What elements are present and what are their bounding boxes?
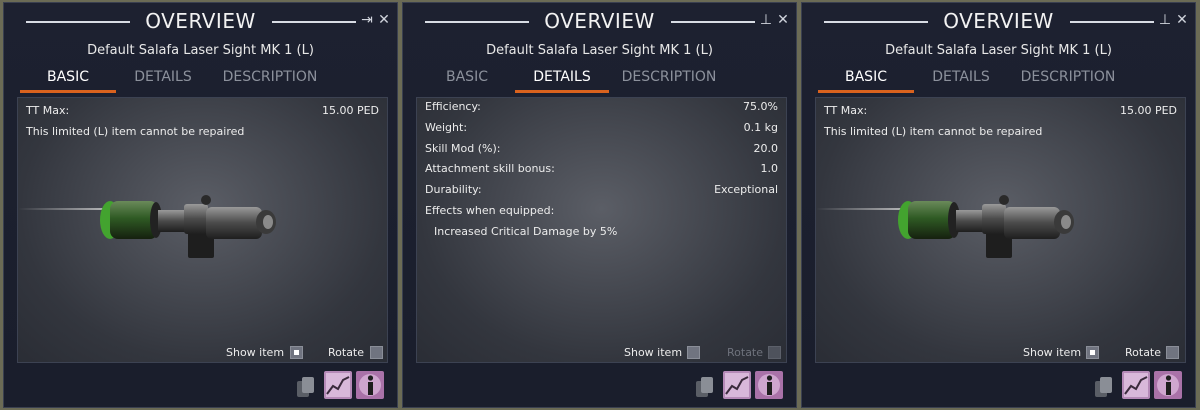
tt-max-row: TT Max: 15.00 PED (824, 104, 1177, 120)
title-divider-right (1070, 21, 1154, 23)
copy-icon[interactable] (1092, 375, 1116, 399)
title-bar[interactable]: OVERVIEW ⊥ ✕ (403, 9, 796, 35)
detail-label: Weight: (425, 121, 468, 134)
action-icons (1092, 371, 1184, 399)
show-item-label: Show item (1023, 346, 1082, 359)
rotate-checkbox[interactable] (370, 346, 383, 359)
tab-bar: BASIC DETAILS DESCRIPTION (417, 65, 782, 93)
detail-value: 75.0% (743, 100, 778, 113)
item-name: Default Salafa Laser Sight MK 1 (L) (885, 43, 1112, 58)
basic-content: TT Max: 15.00 PED This limited (L) item … (815, 97, 1186, 363)
overview-window: OVERVIEW ⊥ ✕ Default Salafa Laser Sight … (801, 2, 1196, 408)
rotate-label: Rotate (1125, 346, 1162, 359)
tab-details[interactable]: DETAILS (914, 65, 1008, 93)
tt-max-value: 15.00 PED (1119, 104, 1177, 117)
laser-sight-image (898, 195, 1074, 258)
close-icon[interactable]: ✕ (377, 12, 391, 28)
overview-window: OVERVIEW ⊥ ✕ Default Salafa Laser Sight … (402, 2, 797, 408)
detail-value: 20.0 (753, 142, 779, 155)
detail-label: Durability: (425, 183, 482, 196)
tab-basic[interactable]: BASIC (419, 65, 515, 93)
overview-window: OVERVIEW ⇥ ✕ Default Salafa Laser Sight … (3, 2, 398, 408)
title-bar[interactable]: OVERVIEW ⊥ ✕ (802, 9, 1195, 35)
action-icons (693, 371, 785, 399)
basic-content: TT Max: 15.00 PED This limited (L) item … (17, 97, 388, 363)
copy-icon[interactable] (294, 375, 318, 399)
detail-row: Durability: Exceptional (425, 183, 778, 199)
laser-sight-image (100, 195, 276, 258)
tab-description[interactable]: DESCRIPTION (210, 65, 330, 93)
item-name: Default Salafa Laser Sight MK 1 (L) (87, 43, 314, 58)
effects-label: Effects when equipped: (425, 204, 555, 217)
tt-max-row: TT Max: 15.00 PED (26, 104, 379, 120)
tab-description[interactable]: DESCRIPTION (1008, 65, 1128, 93)
rotate-label: Rotate (328, 346, 365, 359)
info-icon[interactable] (1154, 371, 1182, 399)
detail-row: Efficiency: 75.0% (425, 100, 778, 116)
stats-chart-icon[interactable] (1122, 371, 1150, 399)
stats-chart-icon[interactable] (723, 371, 751, 399)
show-item-checkbox[interactable] (290, 346, 303, 359)
pin-icon[interactable]: ⊥ (759, 12, 773, 28)
detail-value: Exceptional (714, 183, 778, 196)
detail-row: Weight: 0.1 kg (425, 121, 778, 137)
tab-bar: BASIC DETAILS DESCRIPTION (816, 65, 1181, 93)
tt-max-label: TT Max: (26, 104, 70, 117)
tab-details[interactable]: DETAILS (116, 65, 210, 93)
tab-basic[interactable]: BASIC (818, 65, 914, 93)
copy-icon[interactable] (693, 375, 717, 399)
repair-note: This limited (L) item cannot be repaired (26, 125, 245, 138)
title-bar[interactable]: OVERVIEW ⇥ ✕ (4, 9, 397, 35)
tab-bar: BASIC DETAILS DESCRIPTION (18, 65, 383, 93)
tt-max-label: TT Max: (824, 104, 868, 117)
item-name: Default Salafa Laser Sight MK 1 (L) (486, 43, 713, 58)
close-icon[interactable]: ✕ (1175, 12, 1189, 28)
tab-basic[interactable]: BASIC (20, 65, 116, 93)
rotate-checkbox[interactable] (1166, 346, 1179, 359)
info-icon[interactable] (356, 371, 384, 399)
rotate-checkbox[interactable] (768, 346, 781, 359)
tab-details[interactable]: DETAILS (515, 65, 609, 93)
show-item-checkbox[interactable] (687, 346, 700, 359)
details-content: Efficiency: 75.0% Weight: 0.1 kg Skill M… (416, 97, 787, 363)
detail-row: Skill Mod (%): 20.0 (425, 142, 778, 158)
tab-description[interactable]: DESCRIPTION (609, 65, 729, 93)
detail-value: 1.0 (760, 162, 779, 175)
detail-label: Attachment skill bonus: (425, 162, 555, 175)
title-divider-right (272, 21, 356, 23)
detail-row: Attachment skill bonus: 1.0 (425, 162, 778, 178)
stats-chart-icon[interactable] (324, 371, 352, 399)
rotate-label: Rotate (727, 346, 764, 359)
repair-note: This limited (L) item cannot be repaired (824, 125, 1043, 138)
detail-label: Skill Mod (%): (425, 142, 501, 155)
pin-icon[interactable]: ⇥ (360, 12, 374, 28)
pin-icon[interactable]: ⊥ (1158, 12, 1172, 28)
action-icons (294, 371, 386, 399)
show-item-label: Show item (624, 346, 683, 359)
info-icon[interactable] (755, 371, 783, 399)
effect-item: Increased Critical Damage by 5% (434, 225, 618, 238)
title-divider-right (671, 21, 755, 23)
show-item-label: Show item (226, 346, 285, 359)
detail-label: Efficiency: (425, 100, 481, 113)
close-icon[interactable]: ✕ (776, 12, 790, 28)
show-item-checkbox[interactable] (1086, 346, 1099, 359)
detail-value: 0.1 kg (743, 121, 778, 134)
tt-max-value: 15.00 PED (321, 104, 379, 117)
